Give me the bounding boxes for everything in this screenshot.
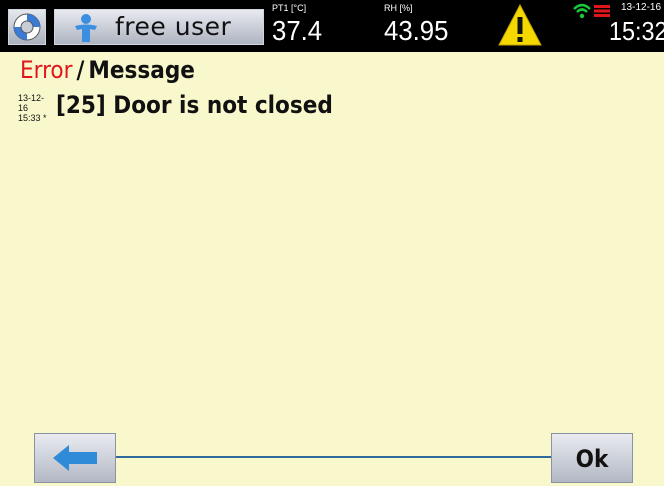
sensor1-value: 37.4	[272, 15, 323, 46]
sensor1-label: PT1 [°C]	[272, 3, 307, 13]
back-button[interactable]	[34, 433, 116, 483]
user-name: free user	[115, 12, 232, 41]
message-date: 13-12-16	[18, 93, 45, 113]
message-flag: *	[43, 113, 47, 123]
wifi-icon	[573, 3, 591, 19]
sensor2-label: RH [%]	[384, 3, 413, 13]
title-message: Message	[88, 56, 195, 84]
user-button[interactable]: free user	[54, 9, 264, 45]
message-timestamp: 13-12-16 15:33 *	[18, 93, 52, 123]
title-separator: /	[76, 56, 85, 84]
user-icon	[75, 14, 97, 42]
arrow-left-icon	[53, 445, 97, 471]
title-error: Error	[20, 56, 73, 84]
status-bar: free user PT1 [°C] 37.4 RH [%] 43.95 13-…	[0, 0, 664, 52]
nav-divider	[114, 456, 554, 458]
ok-button[interactable]: Ok	[551, 433, 633, 483]
time-display: 15:32	[609, 16, 664, 46]
lifebuoy-icon	[13, 13, 41, 41]
warning-icon[interactable]	[497, 3, 543, 47]
help-button[interactable]	[8, 9, 46, 45]
sensor2-value: 43.95	[384, 15, 449, 46]
date-display: 13-12-16	[621, 2, 662, 13]
message-time: 15:33	[18, 113, 41, 123]
message-text: [25] Door is not closed	[56, 91, 333, 119]
page-title: Error / Message	[20, 56, 195, 84]
